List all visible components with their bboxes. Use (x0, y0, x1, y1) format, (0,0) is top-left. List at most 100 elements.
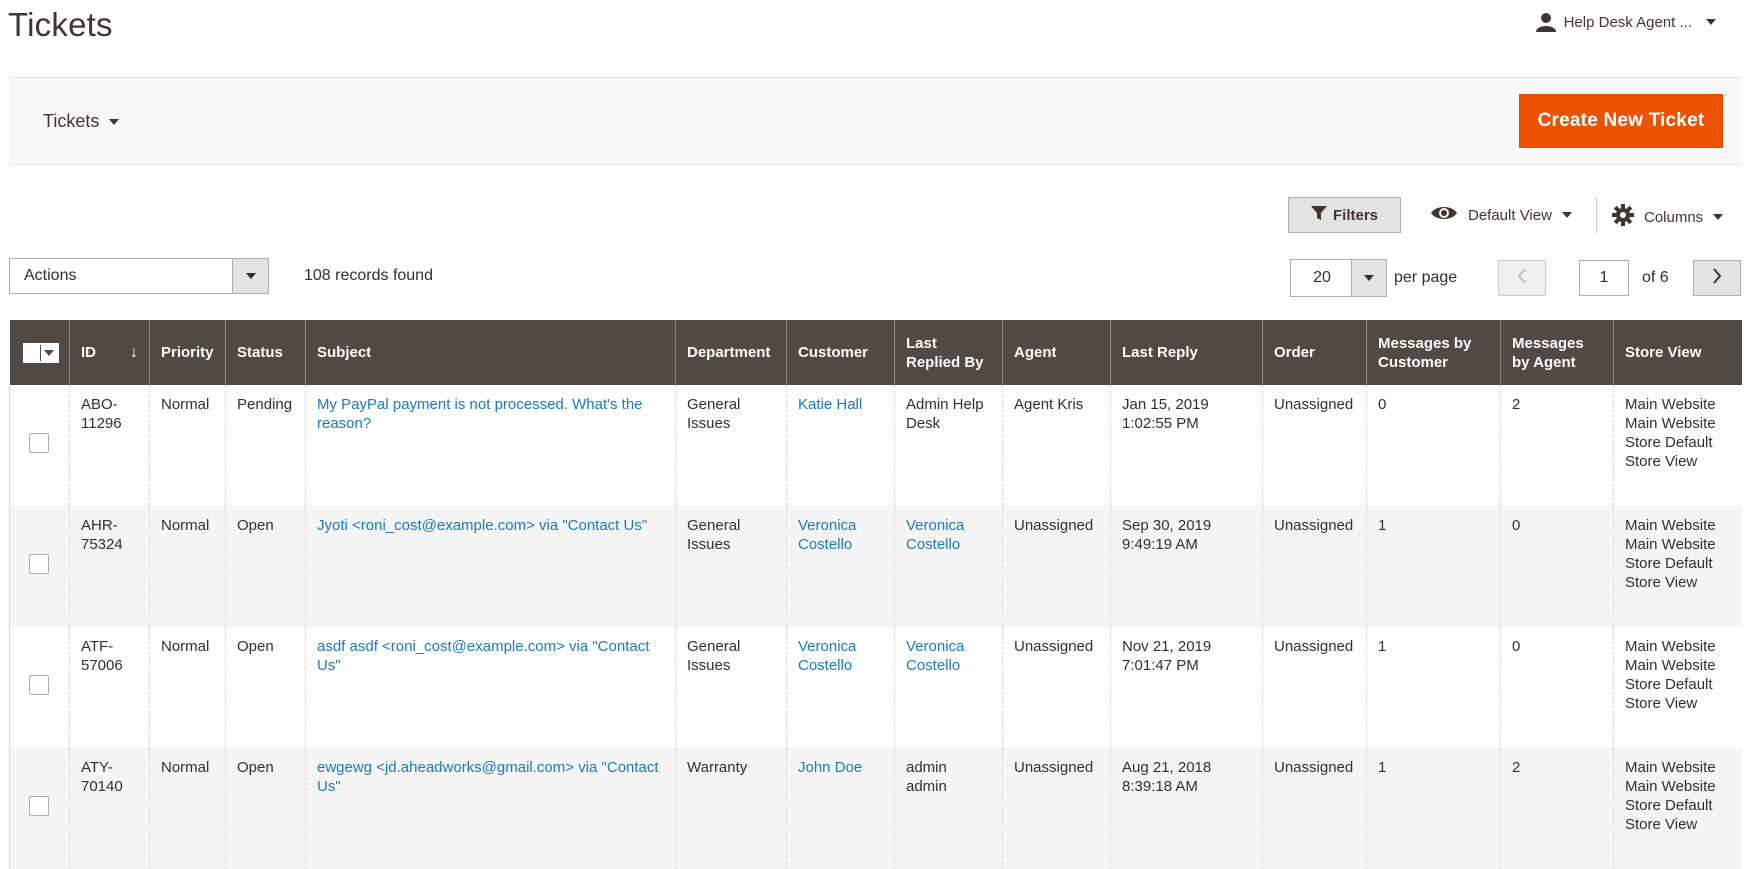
ticket-subject-link[interactable]: My PayPal payment is not processed. What… (317, 396, 643, 432)
last-replied-by-link[interactable]: Veronica Costello (906, 638, 964, 674)
mass-select-header[interactable] (9, 320, 70, 385)
column-header-status[interactable]: Status (225, 320, 306, 385)
customer-link[interactable]: Veronica Costello (798, 517, 856, 553)
row-select-cell (9, 506, 70, 627)
ticket-order: Unassigned (1262, 748, 1367, 869)
actions-dropdown[interactable]: Actions (9, 258, 269, 294)
messages-by-customer: 1 (1366, 627, 1501, 748)
ticket-priority: Normal (149, 748, 226, 869)
last-reply-date: Jan 15, 2019 1:02:55 PM (1110, 385, 1263, 506)
last-reply-date: Aug 21, 2018 8:39:18 AM (1110, 748, 1263, 869)
ticket-agent: Agent Kris (1002, 385, 1111, 506)
messages-by-customer: 0 (1366, 385, 1501, 506)
column-header-customer[interactable]: Customer (786, 320, 895, 385)
tickets-switcher-label: Tickets (43, 111, 100, 131)
column-header-last-reply[interactable]: Last Reply (1110, 320, 1263, 385)
next-page-button[interactable] (1693, 260, 1741, 296)
filter-icon (1310, 205, 1327, 225)
customer-link[interactable]: John Doe (798, 759, 862, 776)
column-header-order[interactable]: Order (1262, 320, 1367, 385)
view-label: Default View (1468, 206, 1552, 224)
chevron-down-icon (1364, 275, 1374, 281)
column-header-department[interactable]: Department (675, 320, 787, 385)
row-checkbox[interactable] (29, 796, 49, 816)
ticket-department: Warranty (675, 748, 787, 869)
ticket-agent: Unassigned (1002, 506, 1111, 627)
column-header-last-replied-by[interactable]: Last Replied By (894, 320, 1003, 385)
chevron-down-icon (1561, 212, 1572, 218)
column-header-id[interactable]: ID ↓ (69, 320, 150, 385)
mass-select-dropdown[interactable] (22, 342, 59, 363)
messages-by-agent: 2 (1500, 748, 1614, 869)
tickets-grid: ID ↓ Priority Status Subject Department C… (9, 320, 1742, 869)
table-row[interactable]: AHR-75324 Normal Open Jyoti <roni_cost@e… (9, 506, 1742, 627)
column-header-store-view[interactable]: Store View (1613, 320, 1742, 385)
ticket-order: Unassigned (1262, 385, 1367, 506)
ticket-subject-link[interactable]: Jyoti <roni_cost@example.com> via "Conta… (317, 517, 647, 534)
last-reply-date: Sep 30, 2019 9:49:19 AM (1110, 506, 1263, 627)
store-view: Main Website Main Website Store Default … (1613, 748, 1742, 869)
chevron-left-icon (1517, 267, 1527, 289)
messages-by-agent: 0 (1500, 506, 1614, 627)
ticket-id: ABO-11296 (69, 385, 150, 506)
ticket-id: AHR-75324 (69, 506, 150, 627)
per-page-toggle[interactable] (1351, 260, 1386, 296)
messages-by-agent: 0 (1500, 627, 1614, 748)
last-replied-by-link[interactable]: Veronica Costello (906, 517, 964, 553)
total-pages: of 6 (1642, 269, 1669, 286)
filters-button[interactable]: Filters (1288, 197, 1401, 233)
store-view: Main Website Main Website Store Default … (1613, 385, 1742, 506)
ticket-status: Open (225, 748, 306, 869)
table-row[interactable]: ATY-70140 Normal Open ewgewg <jd.aheadwo… (9, 748, 1742, 869)
tickets-switcher[interactable]: Tickets (43, 111, 120, 132)
current-page-input[interactable]: 1 (1579, 260, 1629, 296)
chevron-down-icon (109, 118, 120, 125)
actions-label: Actions (24, 267, 77, 284)
user-account-menu[interactable]: Help Desk Agent ... (1535, 12, 1716, 32)
columns-label: Columns (1644, 208, 1704, 226)
row-select-cell (9, 627, 70, 748)
ticket-subject-link[interactable]: ewgewg <jd.aheadworks@gmail.com> via "Co… (317, 759, 659, 795)
column-header-messages-by-customer[interactable]: Messages by Customer (1366, 320, 1501, 385)
filters-label: Filters (1332, 206, 1378, 224)
row-checkbox[interactable] (29, 433, 49, 453)
per-page-select[interactable]: 20 (1290, 259, 1387, 297)
user-icon (1535, 12, 1556, 32)
chevron-down-icon (1713, 214, 1724, 220)
ticket-agent: Unassigned (1002, 627, 1111, 748)
create-new-ticket-button[interactable]: Create New Ticket (1519, 94, 1723, 148)
column-header-subject[interactable]: Subject (305, 320, 676, 385)
per-page-value: 20 (1313, 269, 1331, 286)
page-actions-bar: Tickets Create New Ticket (9, 77, 1741, 165)
toolbar-divider (1596, 197, 1597, 233)
actions-toggle[interactable] (232, 259, 268, 293)
column-header-label: ID (81, 344, 96, 361)
mass-select-checkbox[interactable] (23, 344, 41, 361)
column-header-messages-by-agent[interactable]: Messages by Agent (1500, 320, 1614, 385)
ticket-status: Open (225, 506, 306, 627)
table-row[interactable]: ABO-11296 Normal Pending My PayPal payme… (9, 385, 1742, 506)
table-row[interactable]: ATF-57006 Normal Open asdf asdf <roni_co… (9, 627, 1742, 748)
column-header-agent[interactable]: Agent (1002, 320, 1111, 385)
gear-icon (1612, 204, 1634, 230)
last-replied-by: Admin Help Desk (894, 385, 1003, 506)
ticket-subject-link[interactable]: asdf asdf <roni_cost@example.com> via "C… (317, 638, 649, 674)
ticket-department: General Issues (675, 506, 787, 627)
eye-icon (1430, 204, 1458, 226)
store-view: Main Website Main Website Store Default … (1613, 627, 1742, 748)
chevron-down-icon (1706, 19, 1716, 25)
ticket-department: General Issues (675, 385, 787, 506)
view-switcher[interactable]: Default View (1430, 204, 1572, 226)
row-checkbox[interactable] (29, 675, 49, 695)
column-header-priority[interactable]: Priority (149, 320, 226, 385)
sort-down-arrow-icon: ↓ (130, 344, 138, 361)
ticket-id: ATF-57006 (69, 627, 150, 748)
user-name: Help Desk Agent ... (1563, 13, 1692, 31)
customer-link[interactable]: Katie Hall (798, 396, 862, 413)
ticket-status: Open (225, 627, 306, 748)
row-checkbox[interactable] (29, 554, 49, 574)
previous-page-button[interactable] (1498, 260, 1546, 296)
customer-link[interactable]: Veronica Costello (798, 638, 856, 674)
columns-switcher[interactable]: Columns (1612, 204, 1724, 230)
messages-by-agent: 2 (1500, 385, 1614, 506)
